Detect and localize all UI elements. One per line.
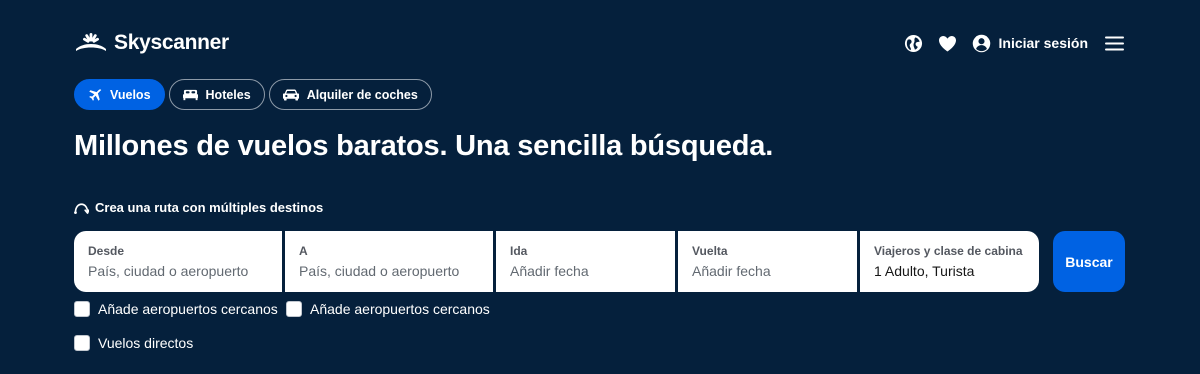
nearby-to-label: Añade aeropuertos cercanos [310,301,490,317]
route-arrow-icon [74,203,89,214]
heart-icon[interactable] [936,31,960,55]
nearby-from-label: Añade aeropuertos cercanos [98,301,278,317]
tab-hotels-label: Hoteles [205,87,251,102]
to-input[interactable]: País, ciudad o aeropuerto [299,263,479,279]
multi-city-link[interactable]: Crea una ruta con múltiples destinos [74,200,323,215]
header-actions: Iniciar sesión [902,31,1126,55]
depart-date-field[interactable]: Ida Añadir fecha [496,231,675,292]
from-label: Desde [88,244,125,258]
sunrise-logo-icon [76,33,106,51]
top-header: Skyscanner Iniciar sesión [74,28,1126,58]
travellers-field[interactable]: Viajeros y clase de cabina 1 Adulto, Tur… [860,231,1039,292]
from-input[interactable]: País, ciudad o aeropuerto [88,263,268,279]
plane-icon [89,88,102,101]
brand-name: Skyscanner [114,31,229,54]
nearby-from-checkbox[interactable]: Añade aeropuertos cercanos [74,301,278,317]
multi-city-label: Crea una ruta con múltiples destinos [95,200,324,215]
direct-flights-checkbox[interactable]: Vuelos directos [74,335,193,351]
tab-car-hire-label: Alquiler de coches [306,87,418,102]
page-title: Millones de vuelos baratos. Una sencilla… [74,130,774,162]
to-label: A [299,244,308,258]
travellers-value[interactable]: 1 Adulto, Turista [874,263,1025,279]
direct-flights-label: Vuelos directos [98,335,194,351]
login-label: Iniciar sesión [998,35,1088,51]
car-icon [282,89,299,100]
travellers-label: Viajeros y clase de cabina [874,244,1023,258]
skyscanner-logo[interactable]: Skyscanner [74,31,229,55]
bed-icon [182,89,198,100]
depart-input[interactable]: Añadir fecha [510,263,661,279]
checkbox-box[interactable] [286,301,302,317]
search-button[interactable]: Buscar [1053,231,1125,292]
tab-flights-label: Vuelos [110,87,151,102]
from-field[interactable]: Desde País, ciudad o aeropuerto [74,231,282,292]
flight-search-form: Desde País, ciudad o aeropuerto A País, … [74,231,1125,292]
login-button[interactable]: Iniciar sesión [972,34,1088,53]
return-label: Vuelta [692,244,728,258]
product-tabs: Vuelos Hoteles Alquiler de coches [74,79,432,110]
tab-hotels[interactable]: Hoteles [168,79,265,110]
tab-flights[interactable]: Vuelos [74,79,165,110]
menu-icon[interactable] [1102,31,1126,55]
globe-icon[interactable] [902,31,926,55]
return-date-field[interactable]: Vuelta Añadir fecha [678,231,857,292]
return-input[interactable]: Añadir fecha [692,263,843,279]
user-icon [972,34,990,52]
checkbox-box[interactable] [74,301,90,317]
nearby-to-checkbox[interactable]: Añade aeropuertos cercanos [286,301,490,317]
checkbox-box[interactable] [74,335,90,351]
tab-car-hire[interactable]: Alquiler de coches [268,79,432,110]
to-field[interactable]: A País, ciudad o aeropuerto [285,231,493,292]
depart-label: Ida [510,244,528,258]
